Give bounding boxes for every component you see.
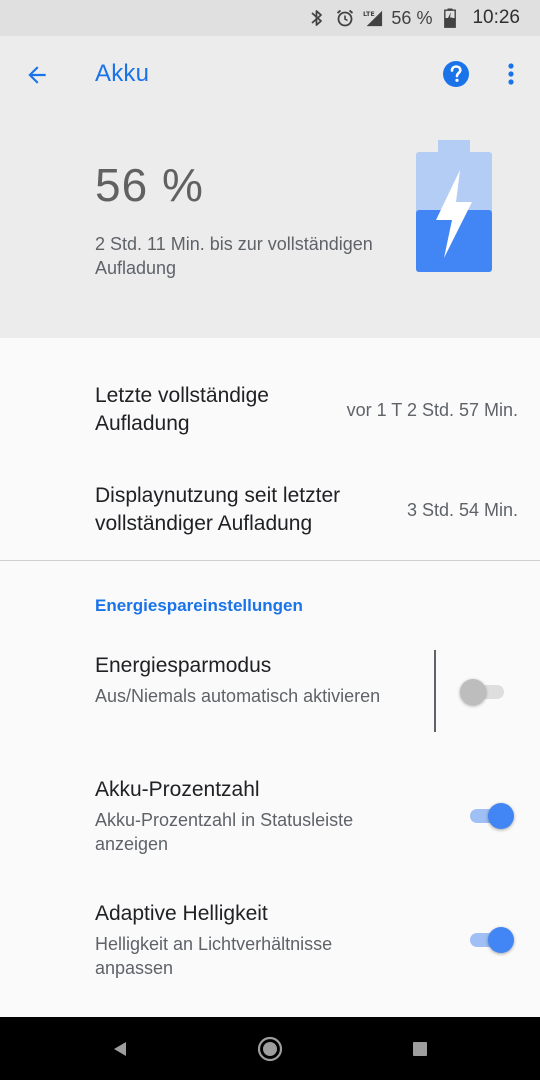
setting-title: Akku-Prozentzahl bbox=[95, 778, 260, 801]
battery-header: Akku 56 % 2 Std. 11 Min. bis zur vollstä… bbox=[0, 36, 540, 338]
toggle-thumb bbox=[460, 679, 486, 705]
adaptive-brightness-toggle[interactable] bbox=[468, 926, 514, 954]
battery-percentage-toggle[interactable] bbox=[468, 802, 514, 830]
toggle-thumb bbox=[488, 803, 514, 829]
nav-back-button[interactable] bbox=[106, 1035, 134, 1063]
battery-percentage: 56 % bbox=[95, 159, 204, 211]
toggle-thumb bbox=[488, 927, 514, 953]
more-options-button[interactable] bbox=[500, 58, 522, 90]
nav-recents-icon bbox=[413, 1042, 427, 1056]
screen-usage-label: Displaynutzung seit letzter vollständige… bbox=[95, 484, 341, 535]
last-full-charge-row: Letzte vollständige Aufladung vor 1 T 2 … bbox=[0, 380, 540, 444]
setting-title: Energiesparmodus bbox=[95, 654, 272, 677]
adaptive-brightness-setting[interactable]: Adaptive Helligkeit Helligkeit an Lichtv… bbox=[0, 900, 540, 984]
alarm-icon bbox=[335, 8, 355, 28]
battery-saver-setting[interactable]: Energiesparmodus Aus/Niemals automatisch… bbox=[0, 652, 540, 736]
status-icons: LTE 56 % 10:26 bbox=[307, 0, 520, 36]
nav-back-icon bbox=[114, 1042, 126, 1056]
setting-subtitle: Akku-Prozentzahl in Statusleiste anzeige… bbox=[95, 810, 354, 854]
battery-charging-icon bbox=[440, 8, 460, 28]
battery-cap bbox=[438, 140, 470, 152]
more-vert-icon bbox=[508, 63, 514, 85]
status-bar: LTE 56 % 10:26 bbox=[0, 0, 540, 36]
app-bar: Akku bbox=[0, 36, 540, 112]
back-button[interactable] bbox=[20, 58, 54, 92]
charge-time-estimate: 2 Std. 11 Min. bis zur vollständigen Auf… bbox=[95, 234, 373, 278]
status-battery-percent: 56 % bbox=[391, 7, 433, 28]
power-saving-section-title: Energiespareinstellungen bbox=[95, 596, 303, 615]
help-button[interactable] bbox=[440, 58, 472, 90]
battery-saver-toggle[interactable] bbox=[460, 678, 506, 706]
page-title: Akku bbox=[95, 60, 150, 87]
screen-usage-value: 3 Std. 54 Min. bbox=[406, 500, 518, 520]
screen-usage-row: Displaynutzung seit letzter vollständige… bbox=[0, 482, 540, 546]
battery-percentage-setting[interactable]: Akku-Prozentzahl Akku-Prozentzahl in Sta… bbox=[0, 776, 540, 860]
section-divider bbox=[0, 560, 540, 561]
last-charge-value: vor 1 T 2 Std. 57 Min. bbox=[346, 400, 518, 420]
arrow-back-icon bbox=[28, 66, 46, 84]
navigation-bar bbox=[0, 1017, 540, 1080]
nav-recents-button[interactable] bbox=[406, 1035, 434, 1063]
bluetooth-icon bbox=[307, 8, 327, 28]
nav-home-icon bbox=[257, 1036, 283, 1062]
lte-signal-icon: LTE bbox=[363, 8, 383, 28]
svg-text:LTE: LTE bbox=[363, 11, 375, 18]
help-circle-icon bbox=[443, 61, 469, 87]
setting-title: Adaptive Helligkeit bbox=[95, 902, 268, 925]
status-time: 10:26 bbox=[472, 7, 520, 28]
nav-home-button[interactable] bbox=[256, 1035, 284, 1063]
battery-charging-icon bbox=[416, 140, 492, 272]
setting-subtitle: Helligkeit an Lichtverhältnisse anpassen bbox=[95, 934, 333, 978]
setting-separator bbox=[434, 650, 436, 732]
setting-subtitle: Aus/Niemals automatisch aktivieren bbox=[95, 686, 381, 706]
last-charge-label: Letzte vollständige Aufladung bbox=[95, 384, 269, 435]
